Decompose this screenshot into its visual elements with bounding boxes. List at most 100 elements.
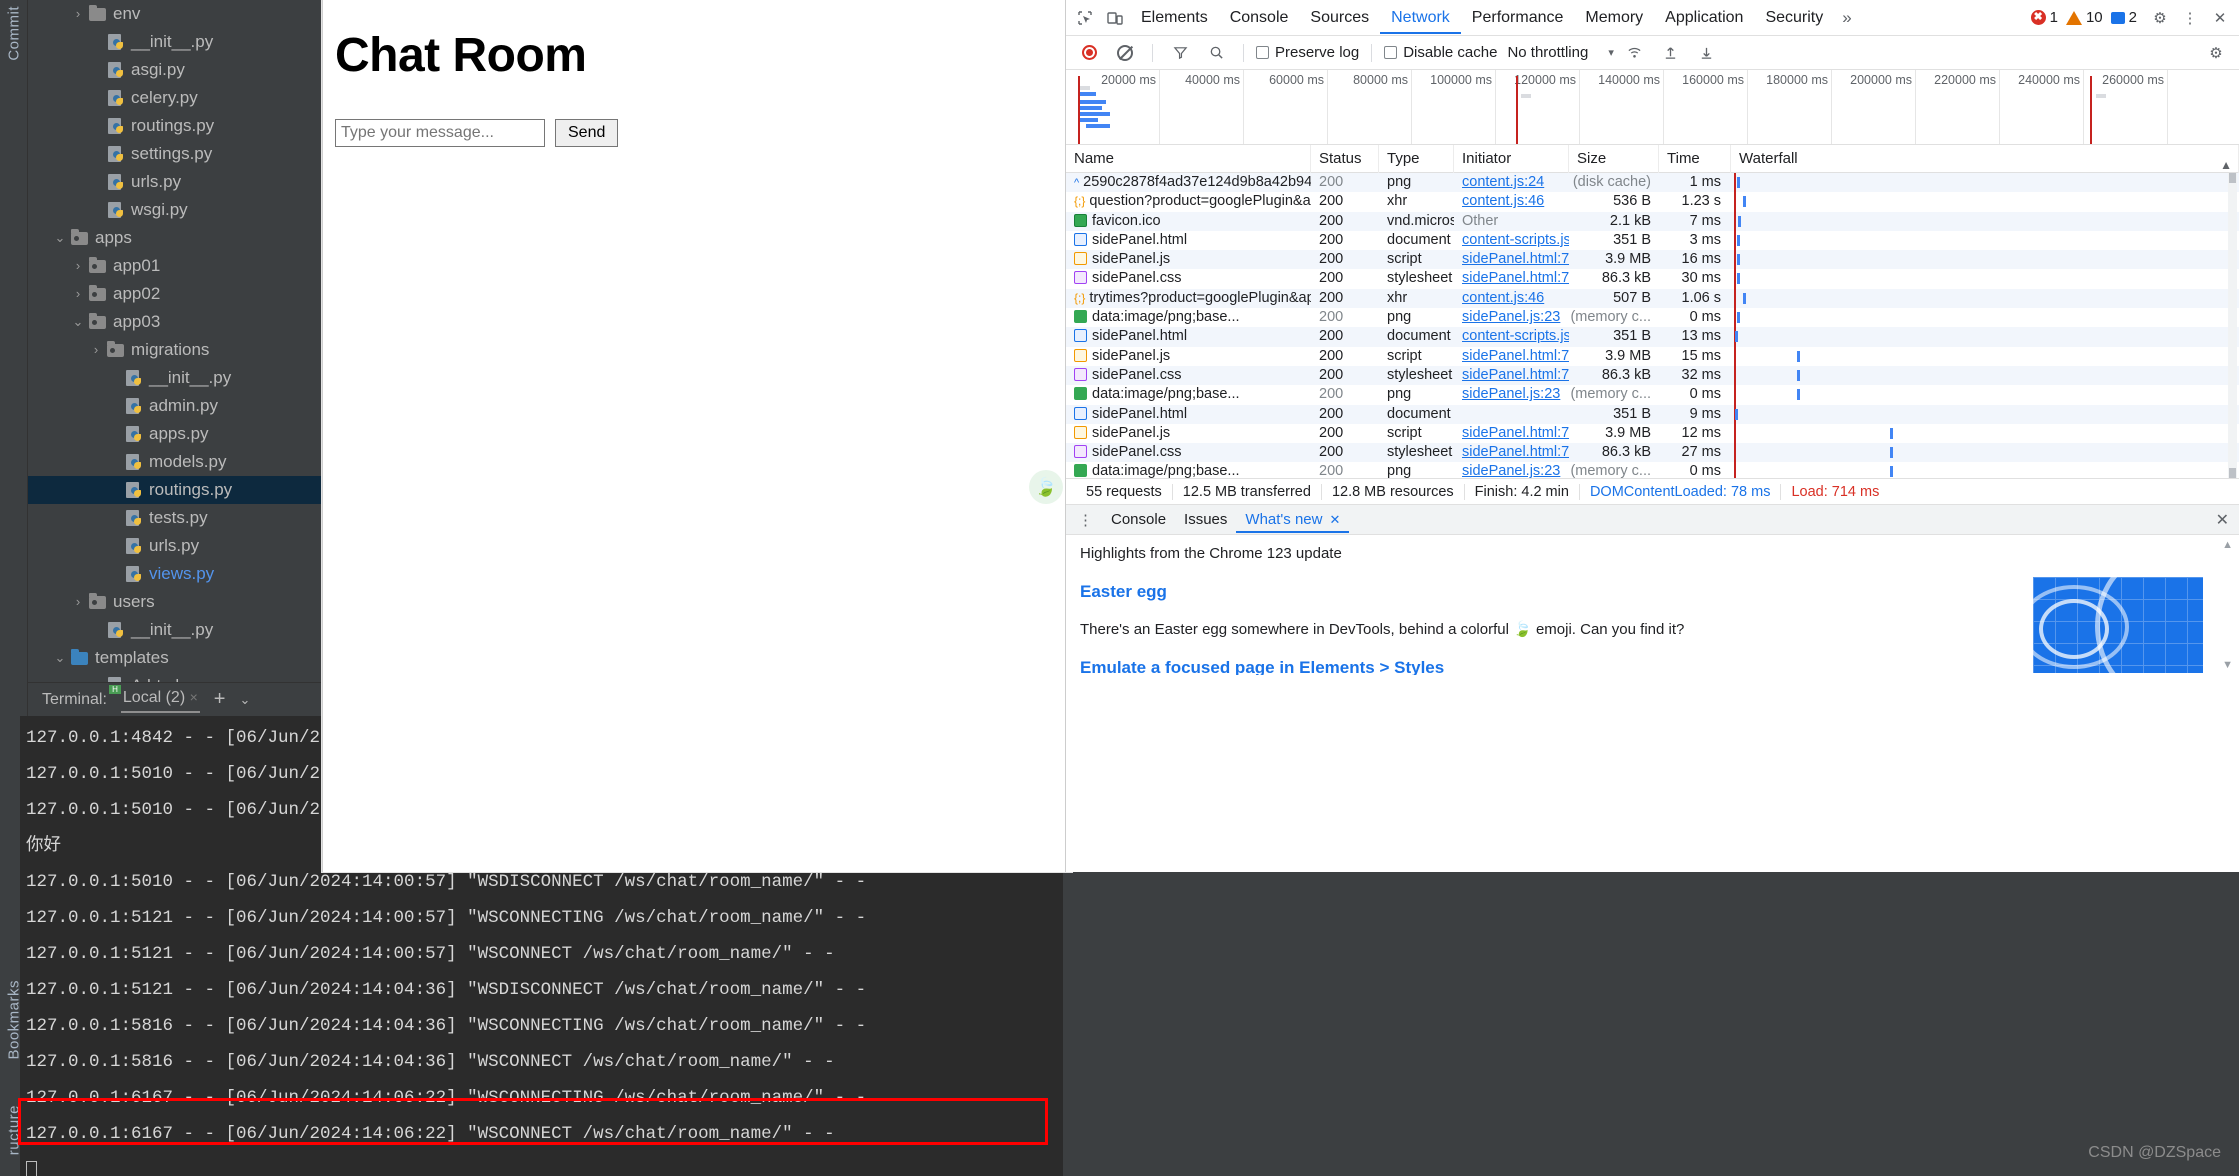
column-header-type[interactable]: Type — [1379, 145, 1454, 173]
request-initiator-cell[interactable]: sidePanel.js:23 — [1454, 462, 1569, 478]
tab-network[interactable]: Network — [1380, 1, 1461, 34]
request-name-cell[interactable]: sidePanel.js — [1066, 250, 1311, 269]
network-request-row[interactable]: favicon.ico200vnd.micros...Other2.1 kB7 … — [1066, 212, 2239, 231]
network-request-row[interactable]: sidePanel.js200scriptsidePanel.html:73.9… — [1066, 347, 2239, 366]
request-name-cell[interactable]: sidePanel.css — [1066, 366, 1311, 385]
network-request-row[interactable]: data:image/png;base...200pngsidePanel.js… — [1066, 308, 2239, 327]
tab-sources[interactable]: Sources — [1299, 1, 1380, 34]
request-initiator-cell[interactable]: sidePanel.html:7 — [1454, 366, 1569, 385]
request-initiator[interactable]: sidePanel.html:7 — [1462, 367, 1569, 383]
request-initiator[interactable]: sidePanel.html:7 — [1462, 348, 1569, 364]
column-header-name[interactable]: Name — [1066, 145, 1311, 173]
request-initiator-cell[interactable]: sidePanel.html:7 — [1454, 347, 1569, 366]
request-name-cell[interactable]: sidePanel.css — [1066, 443, 1311, 462]
tab-console[interactable]: Console — [1219, 1, 1300, 34]
preserve-log-checkbox[interactable]: Preserve log — [1256, 44, 1359, 61]
error-badge[interactable]: ✖ 1 — [2031, 9, 2058, 26]
request-name-cell[interactable]: data:image/png;base... — [1066, 385, 1311, 404]
warning-badge[interactable]: 10 — [2066, 9, 2103, 26]
network-request-row[interactable]: sidePanel.js200scriptsidePanel.html:73.9… — [1066, 250, 2239, 269]
drawer-close-icon[interactable]: ✕ — [2216, 510, 2239, 530]
request-initiator[interactable]: sidePanel.html:7 — [1462, 444, 1569, 460]
tab-memory[interactable]: Memory — [1574, 1, 1654, 34]
scroll-up-arrow-icon[interactable]: ▲ — [2222, 539, 2233, 551]
network-settings-gear-icon[interactable]: ⚙ — [2201, 38, 2231, 68]
network-request-row[interactable]: sidePanel.js200scriptsidePanel.html:73.9… — [1066, 424, 2239, 443]
network-request-row[interactable]: sidePanel.css200stylesheetsidePanel.html… — [1066, 269, 2239, 288]
chevron-icon[interactable]: › — [86, 336, 106, 364]
drawer-tab-close-icon[interactable]: ✕ — [1329, 512, 1340, 527]
network-request-row[interactable]: sidePanel.html200document351 B9 ms — [1066, 405, 2239, 424]
request-name-cell[interactable]: sidePanel.html — [1066, 327, 1311, 346]
drawer-tab-whatsnew[interactable]: What's new✕ — [1236, 506, 1349, 533]
column-header-size[interactable]: Size — [1569, 145, 1659, 173]
request-initiator[interactable]: sidePanel.html:7 — [1462, 270, 1569, 286]
network-request-row[interactable]: {;}question?product=googlePlugin&appV...… — [1066, 192, 2239, 211]
drawer-kebab-icon[interactable]: ⋮ — [1072, 511, 1100, 529]
scroll-down-arrow-icon[interactable]: ▼ — [2222, 659, 2233, 671]
request-initiator-cell[interactable]: sidePanel.html:7 — [1454, 443, 1569, 462]
search-icon[interactable] — [1201, 38, 1231, 68]
request-initiator-cell[interactable]: sidePanel.html:7 — [1454, 269, 1569, 288]
request-initiator-cell[interactable]: content.js:46 — [1454, 192, 1569, 211]
chevron-icon[interactable]: ⌄ — [50, 644, 70, 672]
column-header-waterfall[interactable]: Waterfall ▲ — [1731, 145, 2239, 173]
request-initiator[interactable]: content.js:46 — [1462, 193, 1544, 209]
request-initiator[interactable]: sidePanel.html:7 — [1462, 425, 1569, 441]
export-har-icon[interactable] — [1692, 38, 1722, 68]
network-request-row[interactable]: sidePanel.css200stylesheetsidePanel.html… — [1066, 443, 2239, 462]
chevron-icon[interactable]: › — [68, 252, 88, 280]
close-devtools-icon[interactable]: ✕ — [2205, 3, 2235, 33]
chevron-icon[interactable]: ⌄ — [50, 224, 70, 252]
request-initiator-cell[interactable]: sidePanel.js:23 — [1454, 385, 1569, 404]
request-name-cell[interactable]: sidePanel.html — [1066, 231, 1311, 250]
tab-security[interactable]: Security — [1754, 1, 1834, 34]
request-initiator-cell[interactable]: content-scripts.js:23 — [1454, 327, 1569, 346]
request-name-cell[interactable]: favicon.ico — [1066, 212, 1311, 231]
column-header-status[interactable]: Status — [1311, 145, 1379, 173]
request-name-cell[interactable]: sidePanel.css — [1066, 269, 1311, 288]
rail-commit-label[interactable]: Commit — [5, 6, 22, 61]
throttling-select[interactable]: No throttling ▾ — [1507, 44, 1613, 61]
request-name-cell[interactable]: data:image/png;base... — [1066, 308, 1311, 327]
request-name-cell[interactable]: {;}trytimes?product=googlePlugin&appVe..… — [1066, 289, 1311, 308]
network-request-row[interactable]: ^2590c2878f4ad37e124d9b8a42b94cf5.p...20… — [1066, 173, 2239, 192]
network-request-list[interactable]: ^2590c2878f4ad37e124d9b8a42b94cf5.p...20… — [1066, 173, 2239, 478]
tab-application[interactable]: Application — [1654, 1, 1754, 34]
network-overview-timeline[interactable]: 20000 ms40000 ms60000 ms80000 ms100000 m… — [1066, 70, 2239, 145]
request-name-cell[interactable]: sidePanel.js — [1066, 424, 1311, 443]
disable-cache-checkbox[interactable]: Disable cache — [1384, 44, 1497, 61]
request-initiator-cell[interactable]: sidePanel.js:23 — [1454, 308, 1569, 327]
request-name-cell[interactable]: ^2590c2878f4ad37e124d9b8a42b94cf5.p... — [1066, 173, 1311, 192]
request-name-cell[interactable]: sidePanel.js — [1066, 347, 1311, 366]
network-request-row[interactable]: {;}trytimes?product=googlePlugin&appVe..… — [1066, 289, 2239, 308]
clear-button[interactable] — [1110, 38, 1140, 68]
request-name-cell[interactable]: data:image/png;base... — [1066, 462, 1311, 478]
request-initiator-cell[interactable]: content-scripts.js:23 — [1454, 231, 1569, 250]
network-request-row[interactable]: sidePanel.html200documentcontent-scripts… — [1066, 327, 2239, 346]
chevron-icon[interactable]: ⌄ — [68, 308, 88, 336]
message-input[interactable] — [335, 119, 545, 147]
terminal-dropdown-icon[interactable]: ⌄ — [239, 692, 250, 708]
request-initiator[interactable]: content.js:24 — [1462, 174, 1544, 190]
tab-elements[interactable]: Elements — [1130, 1, 1219, 34]
record-button[interactable] — [1074, 38, 1104, 68]
more-tabs-icon[interactable]: » — [1834, 8, 1859, 28]
terminal-tab-close-icon[interactable]: × — [190, 689, 198, 705]
network-request-row[interactable]: sidePanel.css200stylesheetsidePanel.html… — [1066, 366, 2239, 385]
drawer-tab-issues[interactable]: Issues — [1175, 506, 1236, 533]
settings-gear-icon[interactable]: ⚙ — [2145, 3, 2175, 33]
inspect-element-icon[interactable] — [1070, 3, 1100, 33]
terminal-tab-local[interactable]: Local (2) × — [121, 687, 200, 713]
request-initiator-cell[interactable]: content.js:46 — [1454, 289, 1569, 308]
leaf-icon[interactable]: 🍃 — [1029, 470, 1063, 504]
filter-icon[interactable] — [1165, 38, 1195, 68]
request-initiator[interactable]: content.js:46 — [1462, 290, 1544, 306]
network-request-row[interactable]: data:image/png;base...200pngsidePanel.js… — [1066, 385, 2239, 404]
column-header-time[interactable]: Time — [1659, 145, 1731, 173]
request-initiator-cell[interactable]: Other — [1454, 212, 1569, 231]
request-initiator-cell[interactable]: sidePanel.html:7 — [1454, 424, 1569, 443]
request-initiator-cell[interactable]: content.js:24 — [1454, 173, 1569, 192]
request-name-cell[interactable]: sidePanel.html — [1066, 405, 1311, 424]
request-initiator[interactable]: sidePanel.js:23 — [1462, 386, 1560, 402]
